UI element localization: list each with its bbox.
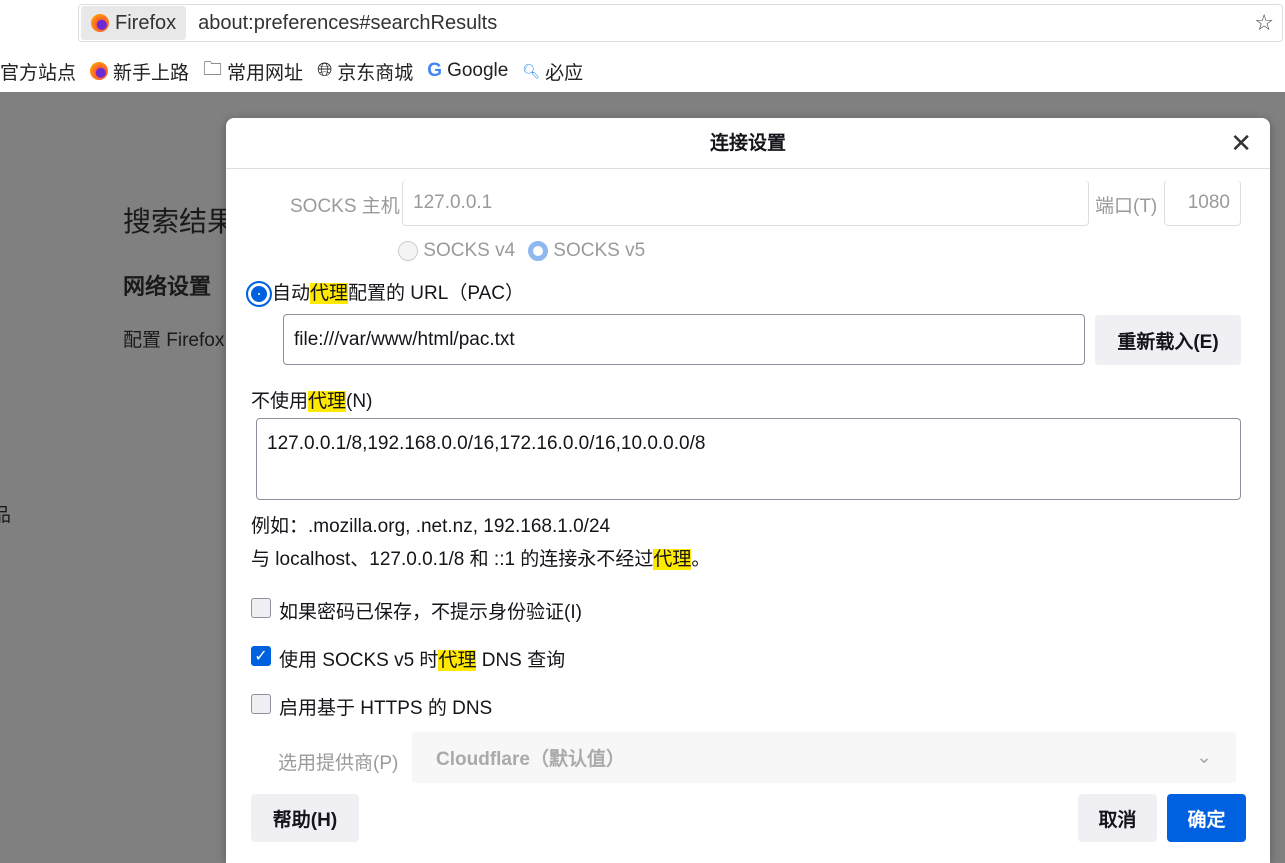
section-desc: 配置 Firefox [123,330,225,351]
reload-button[interactable]: 重新载入(E) [1095,315,1241,365]
chevron-down-icon: ⌄ [1196,747,1212,768]
pac-url-value: file:///var/www/html/pac.txt [294,328,515,350]
bookmark-item[interactable]: 新手上路 [90,58,189,85]
label-part: (N) [346,391,373,412]
example-text: 例如：.mozilla.org, .net.nz, 192.168.1.0/24 [251,516,611,537]
radio-label: SOCKS v4 [423,240,516,261]
socks-host-input[interactable]: 127.0.0.1 [402,180,1089,226]
doh-label: 启用基于 HTTPS 的 DNS [279,698,493,719]
bookmark-label: 常用网址 [227,62,304,84]
socks-v4-radio[interactable]: SOCKS v4 [398,240,515,262]
label-part: 自动 [272,283,311,304]
google-icon: G [427,60,443,81]
search-icon: 🔍︎ [522,62,541,79]
auth-checkbox-label: 如果密码已保存，不提示身份验证(I) [279,602,582,623]
no-proxy-label: 不使用代理(N) [251,386,372,413]
bookmark-item[interactable]: 🌐︎ 京东商城 [317,58,413,85]
page-title: 搜索结果 [123,206,236,237]
label-part: 。 [691,549,711,570]
ok-button[interactable]: 确定 [1167,794,1246,842]
localhost-note: 与 localhost、127.0.0.1/8 和 ::1 的连接永不经过代理。 [251,544,710,571]
url-bar[interactable]: Firefox about:preferences#searchResults … [78,4,1283,42]
firefox-icon [91,14,109,32]
bookmark-item[interactable]: G Google [427,60,508,82]
section-title: 网络设置 [123,274,212,299]
auth-checkbox[interactable] [251,598,271,618]
socks-dns-checkbox[interactable]: ✓ [251,646,271,666]
radio-on-icon [528,240,548,261]
search-highlight: 代理 [653,549,692,570]
pac-url-input[interactable]: file:///var/www/html/pac.txt [283,314,1085,365]
no-proxy-value: 127.0.0.1/8,192.168.0.0/16,172.16.0.0/16… [267,433,706,454]
star-icon[interactable]: ☆ [1254,10,1274,36]
label-part: 使用 SOCKS v5 时 [279,650,439,671]
label-part: 不使用 [251,391,309,412]
bookmark-item[interactable]: 🔍︎ 必应 [522,58,583,85]
provider-label: 选用提供商(P) [278,753,399,774]
firefox-icon [90,62,109,80]
bookmark-folder[interactable]: 🗀 常用网址 [203,55,303,87]
bookmark-label: 京东商城 [337,62,414,84]
bookmark-label: 必应 [545,62,584,84]
socks-host-value: 127.0.0.1 [413,191,493,213]
no-proxy-textarea[interactable]: 127.0.0.1/8,192.168.0.0/16,172.16.0.0/16… [256,418,1241,500]
pac-radio[interactable]: 自动代理配置的 URL（PAC） [246,278,524,307]
bookmark-label: 新手上路 [113,62,190,84]
identity-box[interactable]: Firefox [81,6,187,40]
radio-label: SOCKS v5 [553,240,646,261]
folder-icon: 🗀 [203,59,223,80]
socks-host-label: SOCKS 主机 [290,196,400,217]
close-icon[interactable]: ✕ [1230,128,1252,159]
label-part: 配置的 URL（PAC） [348,283,524,304]
bookmarks-toolbar: 官方站点 新手上路 🗀 常用网址 🌐︎ 京东商城 G Google 🔍︎ 必应 [0,52,583,90]
search-highlight: 代理 [310,283,349,304]
label-part: DNS 查询 [476,650,566,671]
label-part: 与 localhost、127.0.0.1/8 和 ::1 的连接永不经过 [251,549,654,570]
port-value: 1080 [1187,191,1230,213]
socks-dns-label: 使用 SOCKS v5 时代理 DNS 查询 [279,645,565,672]
sidebar-text: 品 [0,505,12,526]
provider-select[interactable]: Cloudflare（默认值） ⌄ [412,732,1236,783]
bookmark-item[interactable]: 官方站点 [0,58,76,85]
globe-icon: 🌐︎ [317,60,333,81]
connection-settings-dialog: 连接设置 ✕ SOCKS 主机 127.0.0.1 端口(T) 1080 SOC… [226,118,1270,863]
bookmark-label: Google [447,60,509,81]
radio-on-icon [246,280,272,307]
identity-label: Firefox [115,11,177,34]
help-button[interactable]: 帮助(H) [251,794,359,842]
url-text[interactable]: about:preferences#searchResults [198,12,497,35]
socks-v5-radio[interactable]: SOCKS v5 [528,240,645,262]
bookmark-label: 官方站点 [0,62,77,84]
port-label: 端口(T) [1095,196,1158,217]
radio-off-icon [398,240,418,261]
search-highlight: 代理 [308,391,347,412]
socks-port-input[interactable]: 1080 [1164,180,1241,226]
doh-checkbox[interactable] [251,694,271,714]
search-highlight: 代理 [438,650,477,671]
dialog-title: 连接设置 [226,118,1270,169]
provider-value: Cloudflare（默认值） [436,749,625,770]
cancel-button[interactable]: 取消 [1078,794,1157,842]
